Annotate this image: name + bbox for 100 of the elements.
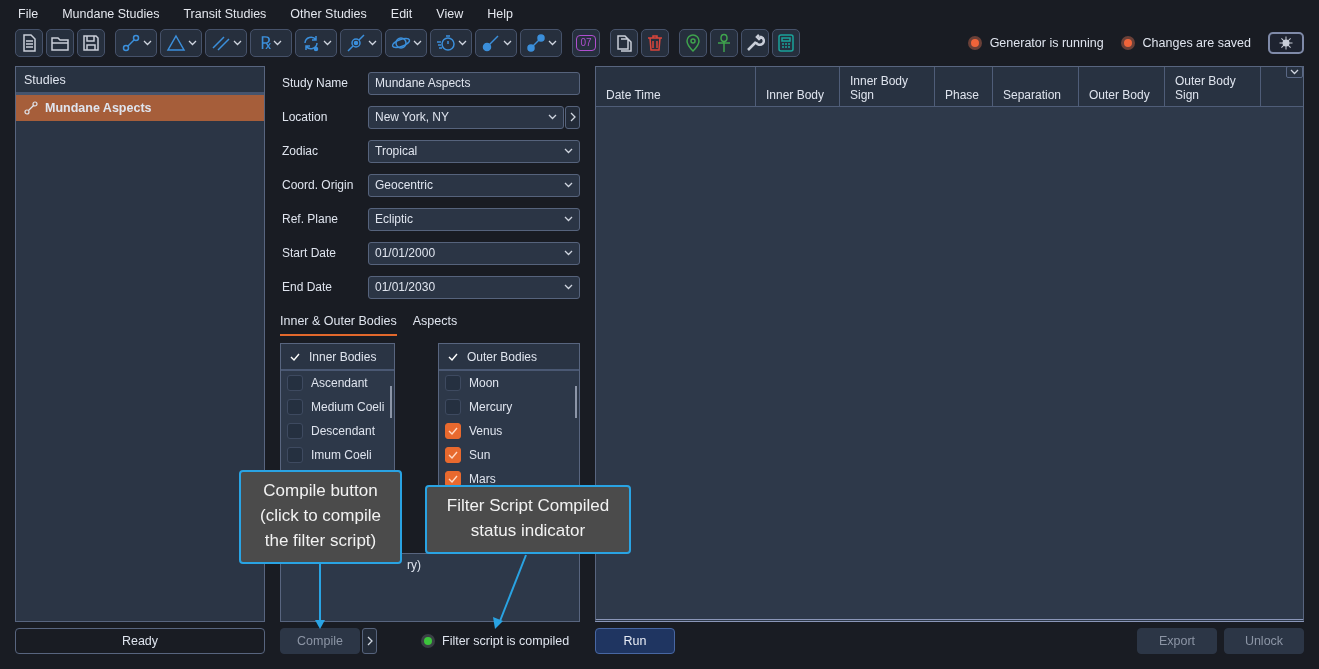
menu-item[interactable]: View bbox=[424, 7, 476, 21]
column-header[interactable]: Inner Body Sign bbox=[840, 67, 935, 106]
toolbar-dropdown-button[interactable] bbox=[205, 29, 247, 57]
toolbar-button[interactable] bbox=[610, 29, 638, 57]
tab[interactable]: Inner & Outer Bodies bbox=[280, 312, 397, 336]
chevron-down-icon bbox=[564, 284, 573, 290]
field-label: Ref. Plane bbox=[281, 212, 340, 226]
chevron-down-icon bbox=[367, 40, 377, 46]
dropdown-field[interactable]: New York, NY bbox=[368, 105, 564, 129]
menu-item[interactable]: Edit bbox=[378, 7, 425, 21]
linked-nodes-icon bbox=[24, 101, 38, 115]
menu-item[interactable]: Other Studies bbox=[278, 7, 379, 21]
checkbox[interactable] bbox=[287, 375, 303, 391]
dropdown-value: Ecliptic bbox=[375, 212, 413, 226]
toolbar-dropdown-button[interactable]: ℞ bbox=[250, 29, 292, 57]
tab[interactable]: Aspects bbox=[412, 312, 458, 336]
chevron-down-icon bbox=[273, 40, 282, 46]
status-label: Filter script is compiled bbox=[442, 634, 570, 648]
body-name: Ascendant bbox=[311, 376, 368, 390]
field-label: Location bbox=[281, 110, 329, 124]
ball-stick-icon bbox=[480, 33, 501, 53]
toolbar-button[interactable] bbox=[679, 29, 707, 57]
toolbar-button[interactable] bbox=[741, 29, 769, 57]
panel-title: Studies bbox=[16, 67, 264, 95]
dropdown-field[interactable]: Geocentric bbox=[368, 173, 580, 197]
body-name: Descendant bbox=[311, 424, 376, 438]
select-all-check[interactable] bbox=[290, 352, 300, 361]
leader-arrow bbox=[314, 564, 326, 630]
field-label: Study Name bbox=[281, 76, 350, 90]
study-name: Mundane Aspects bbox=[45, 101, 152, 115]
menu-item[interactable]: Transit Studies bbox=[171, 7, 279, 21]
column-header[interactable]: Outer Body bbox=[1079, 67, 1165, 106]
text-field[interactable]: Mundane Aspects bbox=[368, 71, 580, 95]
checkbox[interactable] bbox=[445, 375, 461, 391]
checkbox[interactable] bbox=[445, 399, 461, 415]
chevron-down-icon bbox=[187, 40, 197, 46]
menu-item[interactable]: Mundane Studies bbox=[50, 7, 172, 21]
field-label: Start Date bbox=[281, 246, 338, 260]
map-pin-icon bbox=[683, 33, 703, 53]
column-header[interactable]: Phase bbox=[935, 67, 993, 106]
menu-item[interactable]: File bbox=[6, 7, 51, 21]
study-item[interactable]: Mundane Aspects bbox=[16, 95, 264, 121]
scrollbar-thumb[interactable] bbox=[575, 386, 577, 418]
dropdown-value: Geocentric bbox=[375, 178, 434, 192]
check-icon bbox=[448, 451, 458, 459]
dropdown-field[interactable]: Tropical bbox=[368, 139, 580, 163]
calendar-date: 07 bbox=[576, 35, 596, 51]
checkbox[interactable] bbox=[287, 399, 303, 415]
sun-icon bbox=[1279, 36, 1293, 50]
checkbox[interactable] bbox=[445, 447, 461, 463]
dropdown-field[interactable]: Ecliptic bbox=[368, 207, 580, 231]
toolbar-dropdown-button[interactable] bbox=[475, 29, 517, 57]
expand-button[interactable] bbox=[565, 105, 580, 129]
dropdown-field[interactable]: 01/01/2030 bbox=[368, 275, 580, 299]
column-menu-button[interactable] bbox=[1286, 66, 1303, 78]
wrench-icon bbox=[745, 33, 765, 53]
toolbar-dropdown-button[interactable] bbox=[520, 29, 562, 57]
body-name: Mercury bbox=[469, 400, 513, 414]
chevron-down-icon bbox=[564, 216, 573, 222]
scrollbar-thumb[interactable] bbox=[390, 386, 392, 418]
body-name: Venus bbox=[469, 424, 503, 438]
menu-item[interactable]: Help bbox=[475, 7, 525, 21]
chevron-down-icon bbox=[564, 250, 573, 256]
compile-options-button[interactable] bbox=[362, 628, 377, 654]
chevron-right-icon bbox=[366, 636, 373, 646]
toolbar-dropdown-button[interactable] bbox=[385, 29, 427, 57]
stopwatch-icon bbox=[435, 33, 456, 53]
toolbar-dropdown-button[interactable] bbox=[160, 29, 202, 57]
toolbar-dropdown-button[interactable] bbox=[295, 29, 337, 57]
toolbar-button[interactable] bbox=[77, 29, 105, 57]
toolbar-button[interactable] bbox=[46, 29, 74, 57]
target-icon bbox=[345, 33, 366, 53]
theme-toggle-button[interactable] bbox=[1268, 32, 1304, 54]
check-icon bbox=[448, 475, 458, 483]
column-header[interactable]: Inner Body bbox=[756, 67, 840, 106]
dropdown-value: Tropical bbox=[375, 144, 418, 158]
status-bar: Ready bbox=[15, 628, 265, 654]
column-header[interactable]: Date Time bbox=[596, 67, 756, 106]
toolbar-dropdown-button[interactable] bbox=[115, 29, 157, 57]
field-label: Zodiac bbox=[281, 144, 320, 158]
toolbar-dropdown-button[interactable] bbox=[430, 29, 472, 57]
callout: Filter Script Compiled status indicator bbox=[425, 485, 631, 554]
checkbox[interactable] bbox=[287, 447, 303, 463]
checkbox[interactable] bbox=[445, 423, 461, 439]
column-header[interactable]: Outer Body Sign bbox=[1165, 67, 1261, 106]
chevron-down-icon bbox=[142, 40, 152, 46]
check-icon bbox=[448, 352, 458, 361]
checkbox[interactable] bbox=[287, 423, 303, 439]
dropdown-value: New York, NY bbox=[375, 110, 450, 124]
double-slash-icon bbox=[210, 33, 231, 53]
linked-nodes-icon bbox=[120, 33, 141, 53]
toolbar-button[interactable] bbox=[15, 29, 43, 57]
column-header[interactable]: Separation bbox=[993, 67, 1079, 106]
dropdown-field[interactable]: 01/01/2000 bbox=[368, 241, 580, 265]
toolbar-button[interactable] bbox=[710, 29, 738, 57]
select-all-check[interactable] bbox=[448, 352, 458, 361]
toolbar-dropdown-button[interactable] bbox=[340, 29, 382, 57]
chevron-down-icon bbox=[412, 40, 422, 46]
run-button[interactable]: Run bbox=[595, 628, 675, 654]
body-name: Mars bbox=[469, 472, 496, 486]
